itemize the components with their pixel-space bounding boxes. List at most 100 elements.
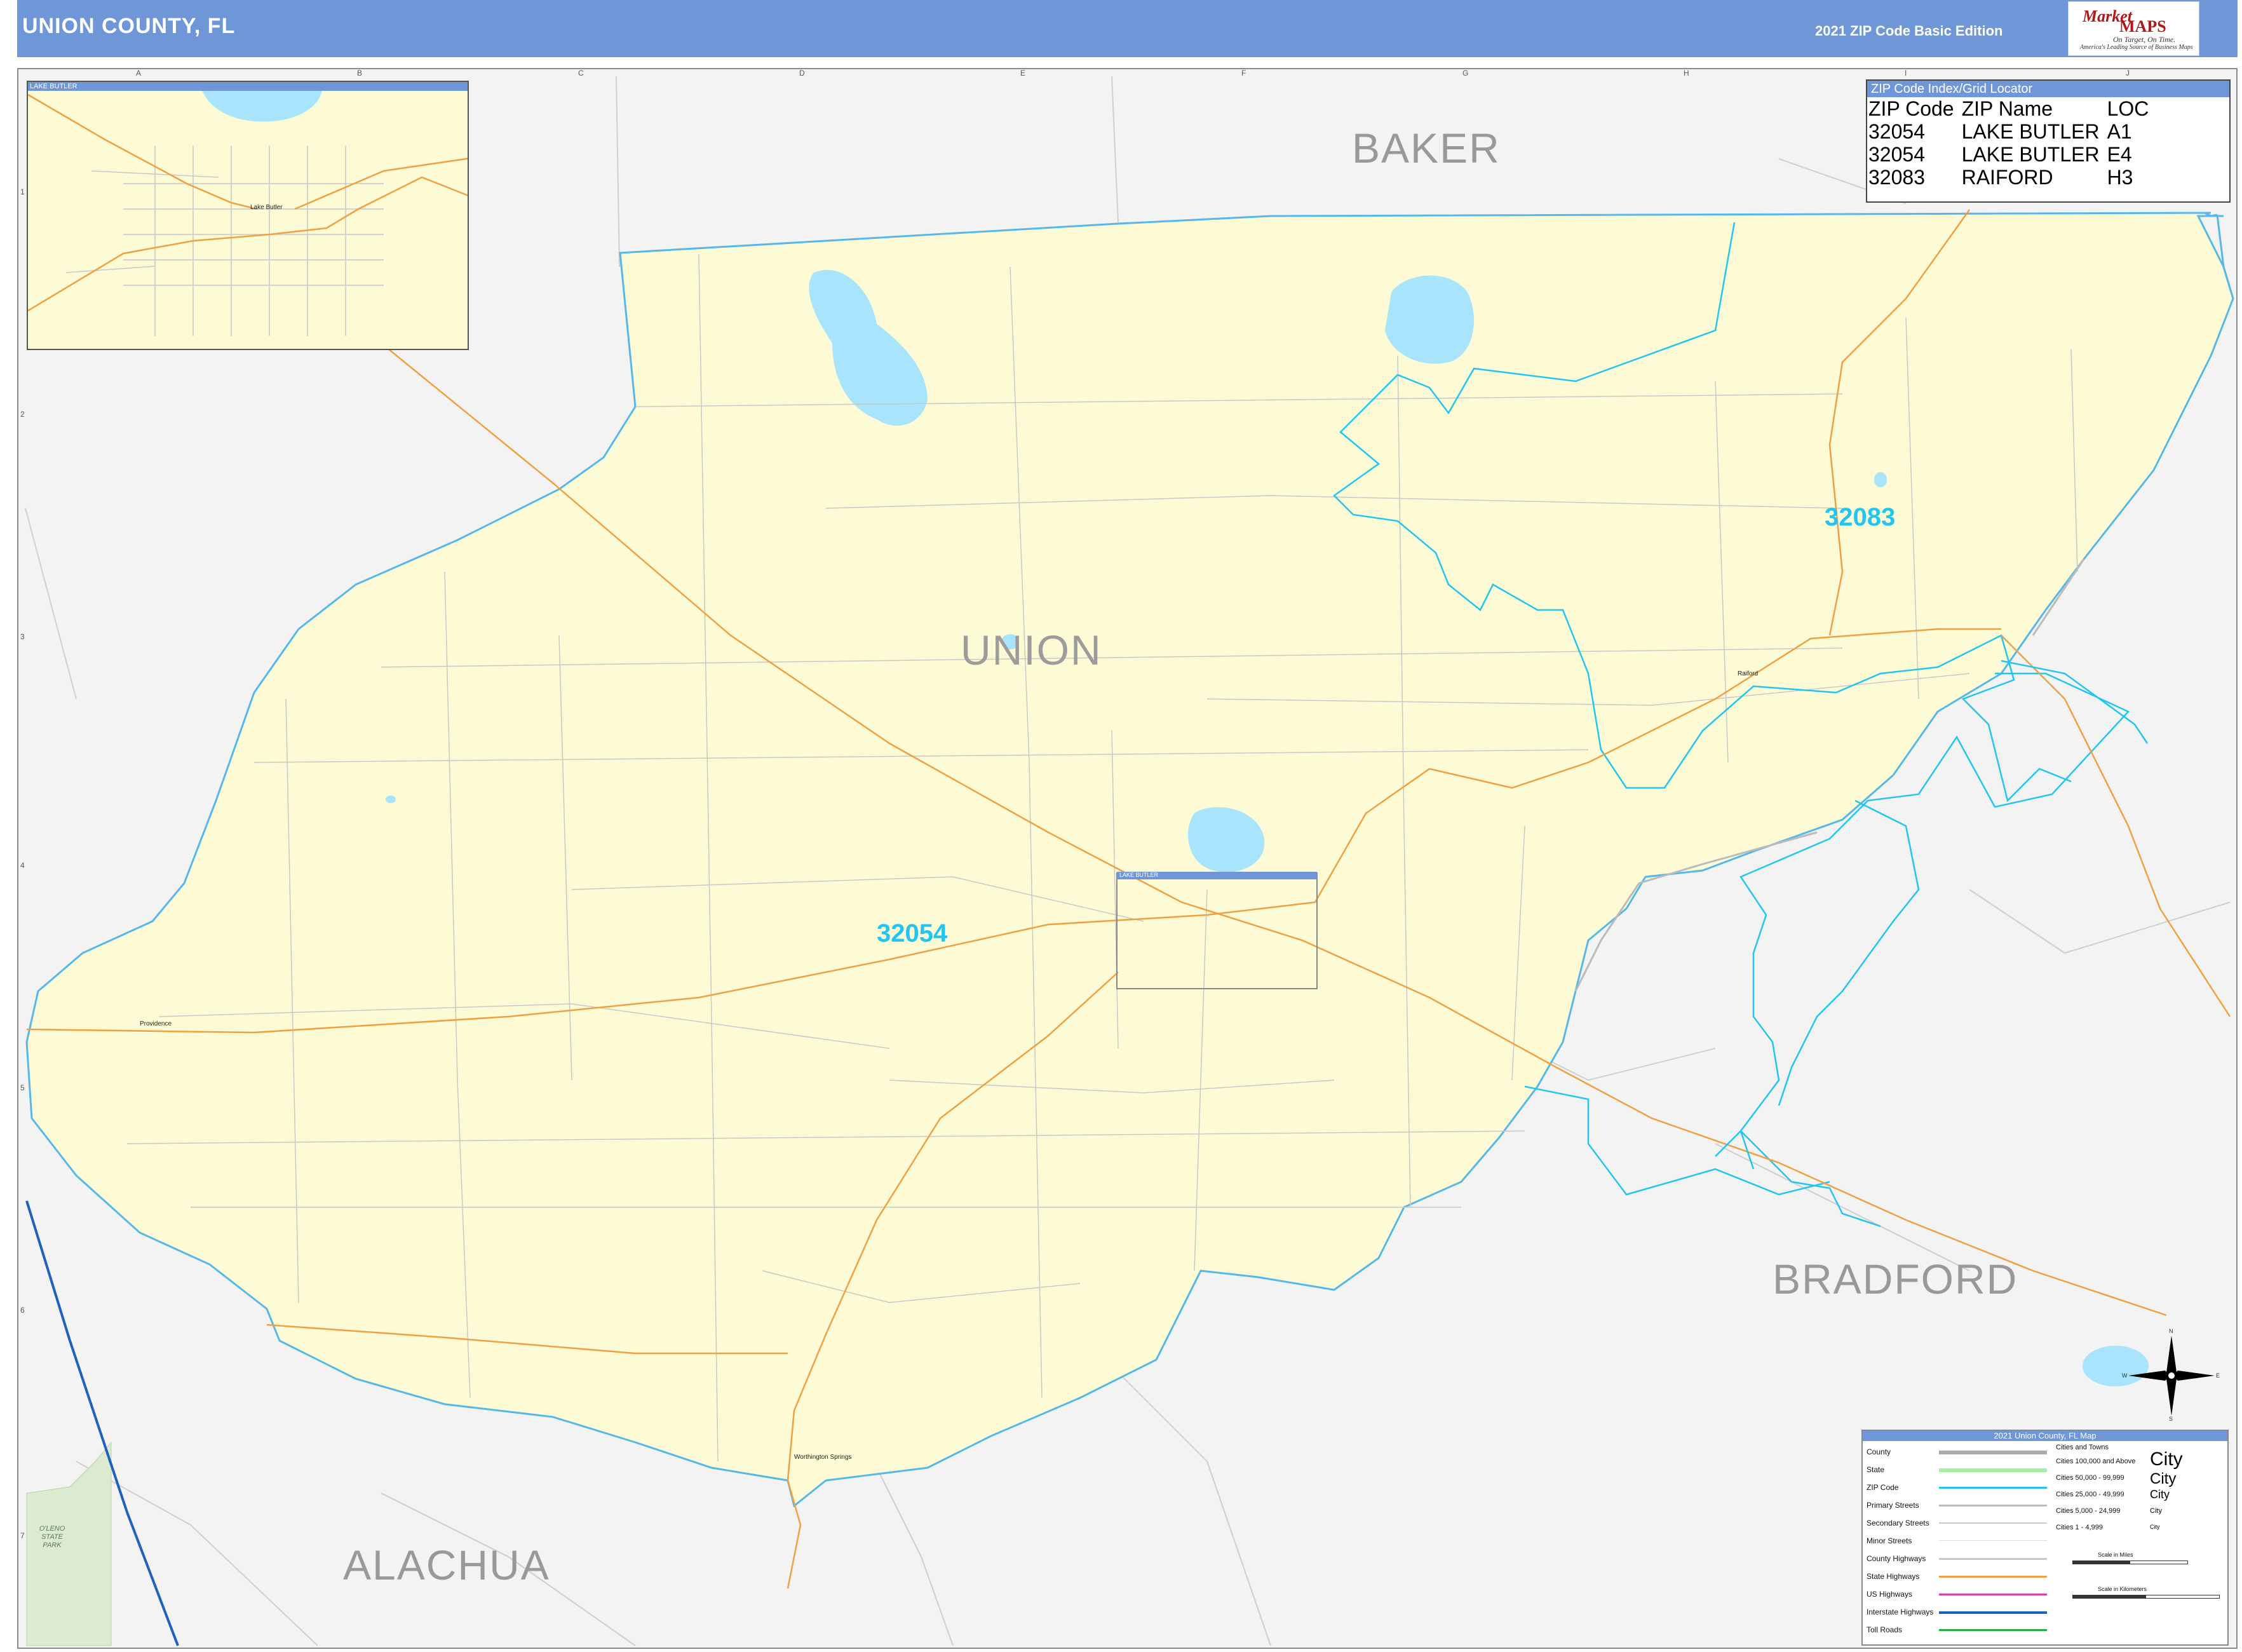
zip-index-cell-zip: 32054 (1868, 143, 1925, 166)
grid-col-g-top: G (1462, 69, 1469, 78)
grid-row-2: 2 (20, 410, 25, 419)
zip-index-cell-zip: 32083 (1868, 166, 1925, 189)
grid-col-d-top: D (799, 69, 805, 78)
legend-label-us-hwy: US Highways (1867, 1590, 1913, 1599)
county-label-union: UNION (961, 626, 1102, 674)
legend-scale-km: Scale in Kilometers (2098, 1586, 2147, 1592)
park-label-oleno: O'LENO STATE PARK (33, 1525, 71, 1550)
legend-label-interstate: Interstate Highways (1867, 1608, 1934, 1616)
legend-title: 2021 Union County, FL Map (1863, 1431, 2227, 1441)
legend-cities-header: Cities and Towns (2056, 1444, 2109, 1451)
inset-city-label-lake-butler: Lake Butler (250, 204, 283, 211)
zip-label-32083: 32083 (1825, 503, 1896, 531)
union-county-area (25, 212, 2234, 1508)
legend-swatch-minor (1939, 1540, 2047, 1541)
legend-city-class-3: Cities 25,000 - 49,999 (2056, 1491, 2124, 1498)
legend-city-class-4: Cities 5,000 - 24,999 (2056, 1507, 2121, 1515)
legend-label-county-hwy: County Highways (1867, 1554, 1926, 1563)
legend-city-sample-5: City (2150, 1524, 2160, 1530)
legend-swatch-county (1939, 1451, 2047, 1454)
zip-index-cell-name: RAIFORD (1961, 166, 2053, 189)
legend-scale-bar-miles (2072, 1561, 2188, 1564)
inset-map-lake-butler: LAKE BUTLER Lake Butler (27, 81, 469, 350)
legend-swatch-toll (1939, 1629, 2047, 1631)
legend-scale-miles: Scale in Miles (2098, 1552, 2133, 1558)
legend-city-class-2: Cities 50,000 - 99,999 (2056, 1474, 2124, 1482)
zip-index-cell-zip: 32054 (1868, 120, 1925, 143)
legend-label-zip: ZIP Code (1867, 1483, 1899, 1492)
grid-col-f-top: F (1241, 69, 1246, 78)
legend-label-state-hwy: State Highways (1867, 1572, 1920, 1581)
park-label-line1: O'LENO (39, 1525, 65, 1533)
park-label-line2: STATE (41, 1533, 63, 1541)
zip-index-cell-name: LAKE BUTLER (1961, 120, 2100, 143)
compass-rose-icon (2128, 1336, 2215, 1416)
legend-swatch-state (1939, 1468, 2047, 1472)
inset-title: LAKE BUTLER (28, 82, 468, 91)
legend-swatch-county-hwy (1939, 1558, 2047, 1560)
grid-row-3: 3 (20, 632, 25, 641)
zip-label-32054: 32054 (877, 919, 948, 947)
legend-city-sample-4: City (2150, 1507, 2162, 1515)
legend-city-sample-2: City (2150, 1470, 2177, 1487)
grid-row-7: 7 (20, 1531, 25, 1540)
legend-label-minor: Minor Streets (1867, 1536, 1912, 1545)
legend-swatch-zip (1939, 1487, 2047, 1489)
compass-s: S (2169, 1416, 2173, 1422)
inset-canvas (28, 82, 468, 336)
grid-col-a-top: A (136, 69, 142, 78)
legend-label-toll: Toll Roads (1867, 1625, 1903, 1634)
legend-swatch-state-hwy (1939, 1576, 2047, 1578)
zip-index-header-row: ZIP Code ZIP Name LOC (1868, 97, 2156, 120)
zip-index-title: ZIP Code Index/Grid Locator (1867, 81, 2229, 97)
city-label-worthington-springs: Worthington Springs (794, 1454, 852, 1461)
zip-index-table: ZIP Code ZIP Name LOC 32054 LAKE BUTLER … (1868, 97, 2156, 189)
legend-label-secondary: Secondary Streets (1867, 1519, 1929, 1527)
legend-swatch-primary (1939, 1505, 2047, 1506)
grid-col-e-top: E (1020, 69, 1026, 78)
zip-index-header-name: ZIP Name (1961, 97, 2053, 120)
grid-col-c-top: C (578, 69, 584, 78)
legend-label-primary: Primary Streets (1867, 1501, 1919, 1510)
zip-index-header-loc: LOC (2107, 97, 2149, 120)
legend-city-sample-3: City (2150, 1488, 2170, 1501)
grid-row-4: 4 (20, 861, 25, 870)
legend-city-class-5: Cities 1 - 4,999 (2056, 1524, 2103, 1531)
grid-col-b-top: B (357, 69, 363, 78)
inset-state-highways (28, 93, 468, 312)
zip-index-cell-name: LAKE BUTLER (1961, 143, 2100, 166)
table-row: 32054 LAKE BUTLER A1 (1868, 120, 2156, 143)
grid-col-h-top: H (1684, 69, 1689, 78)
zip-index-cell-loc: A1 (2107, 120, 2132, 143)
city-label-providence: Providence (140, 1020, 172, 1027)
city-label-raiford: Raiford (1738, 670, 1759, 677)
county-label-baker: BAKER (1352, 125, 1501, 172)
table-row: 32054 LAKE BUTLER E4 (1868, 143, 2156, 166)
county-label-bradford: BRADFORD (1773, 1256, 2018, 1303)
legend-city-class-1: Cities 100,000 and Above (2056, 1458, 2136, 1465)
legend-scale-bar-km (2072, 1595, 2220, 1599)
legend-swatch-secondary (1939, 1522, 2047, 1524)
map-legend: 2021 Union County, FL Map County State Z… (1861, 1430, 2229, 1646)
grid-row-5: 5 (20, 1083, 25, 1092)
zip-index-cell-loc: E4 (2107, 143, 2132, 166)
grid-row-6: 6 (20, 1306, 25, 1315)
park-label-line3: PARK (43, 1541, 62, 1549)
compass-w: W (2122, 1372, 2128, 1379)
county-label-alachua: ALACHUA (343, 1541, 550, 1588)
zip-index-header-zip: ZIP Code (1868, 97, 1954, 120)
table-row: 32083 RAIFORD H3 (1868, 166, 2156, 189)
legend-city-sample-1: City (2150, 1449, 2183, 1470)
legend-swatch-interstate (1939, 1611, 2047, 1614)
compass-n: N (2169, 1328, 2173, 1334)
grid-row-1: 1 (20, 187, 25, 196)
grid-col-j-top: J (2126, 69, 2130, 78)
zip-code-index-panel: ZIP Code Index/Grid Locator ZIP Code ZIP… (1866, 79, 2231, 203)
legend-swatch-us-hwy (1939, 1594, 2047, 1595)
compass-e: E (2216, 1372, 2220, 1379)
grid-col-i-top: I (1905, 69, 1907, 78)
inset-reference-label: LAKE BUTLER (1119, 872, 1159, 878)
legend-label-state: State (1867, 1465, 1885, 1474)
zip-index-cell-loc: H3 (2107, 166, 2133, 189)
legend-label-county: County (1867, 1447, 1891, 1456)
